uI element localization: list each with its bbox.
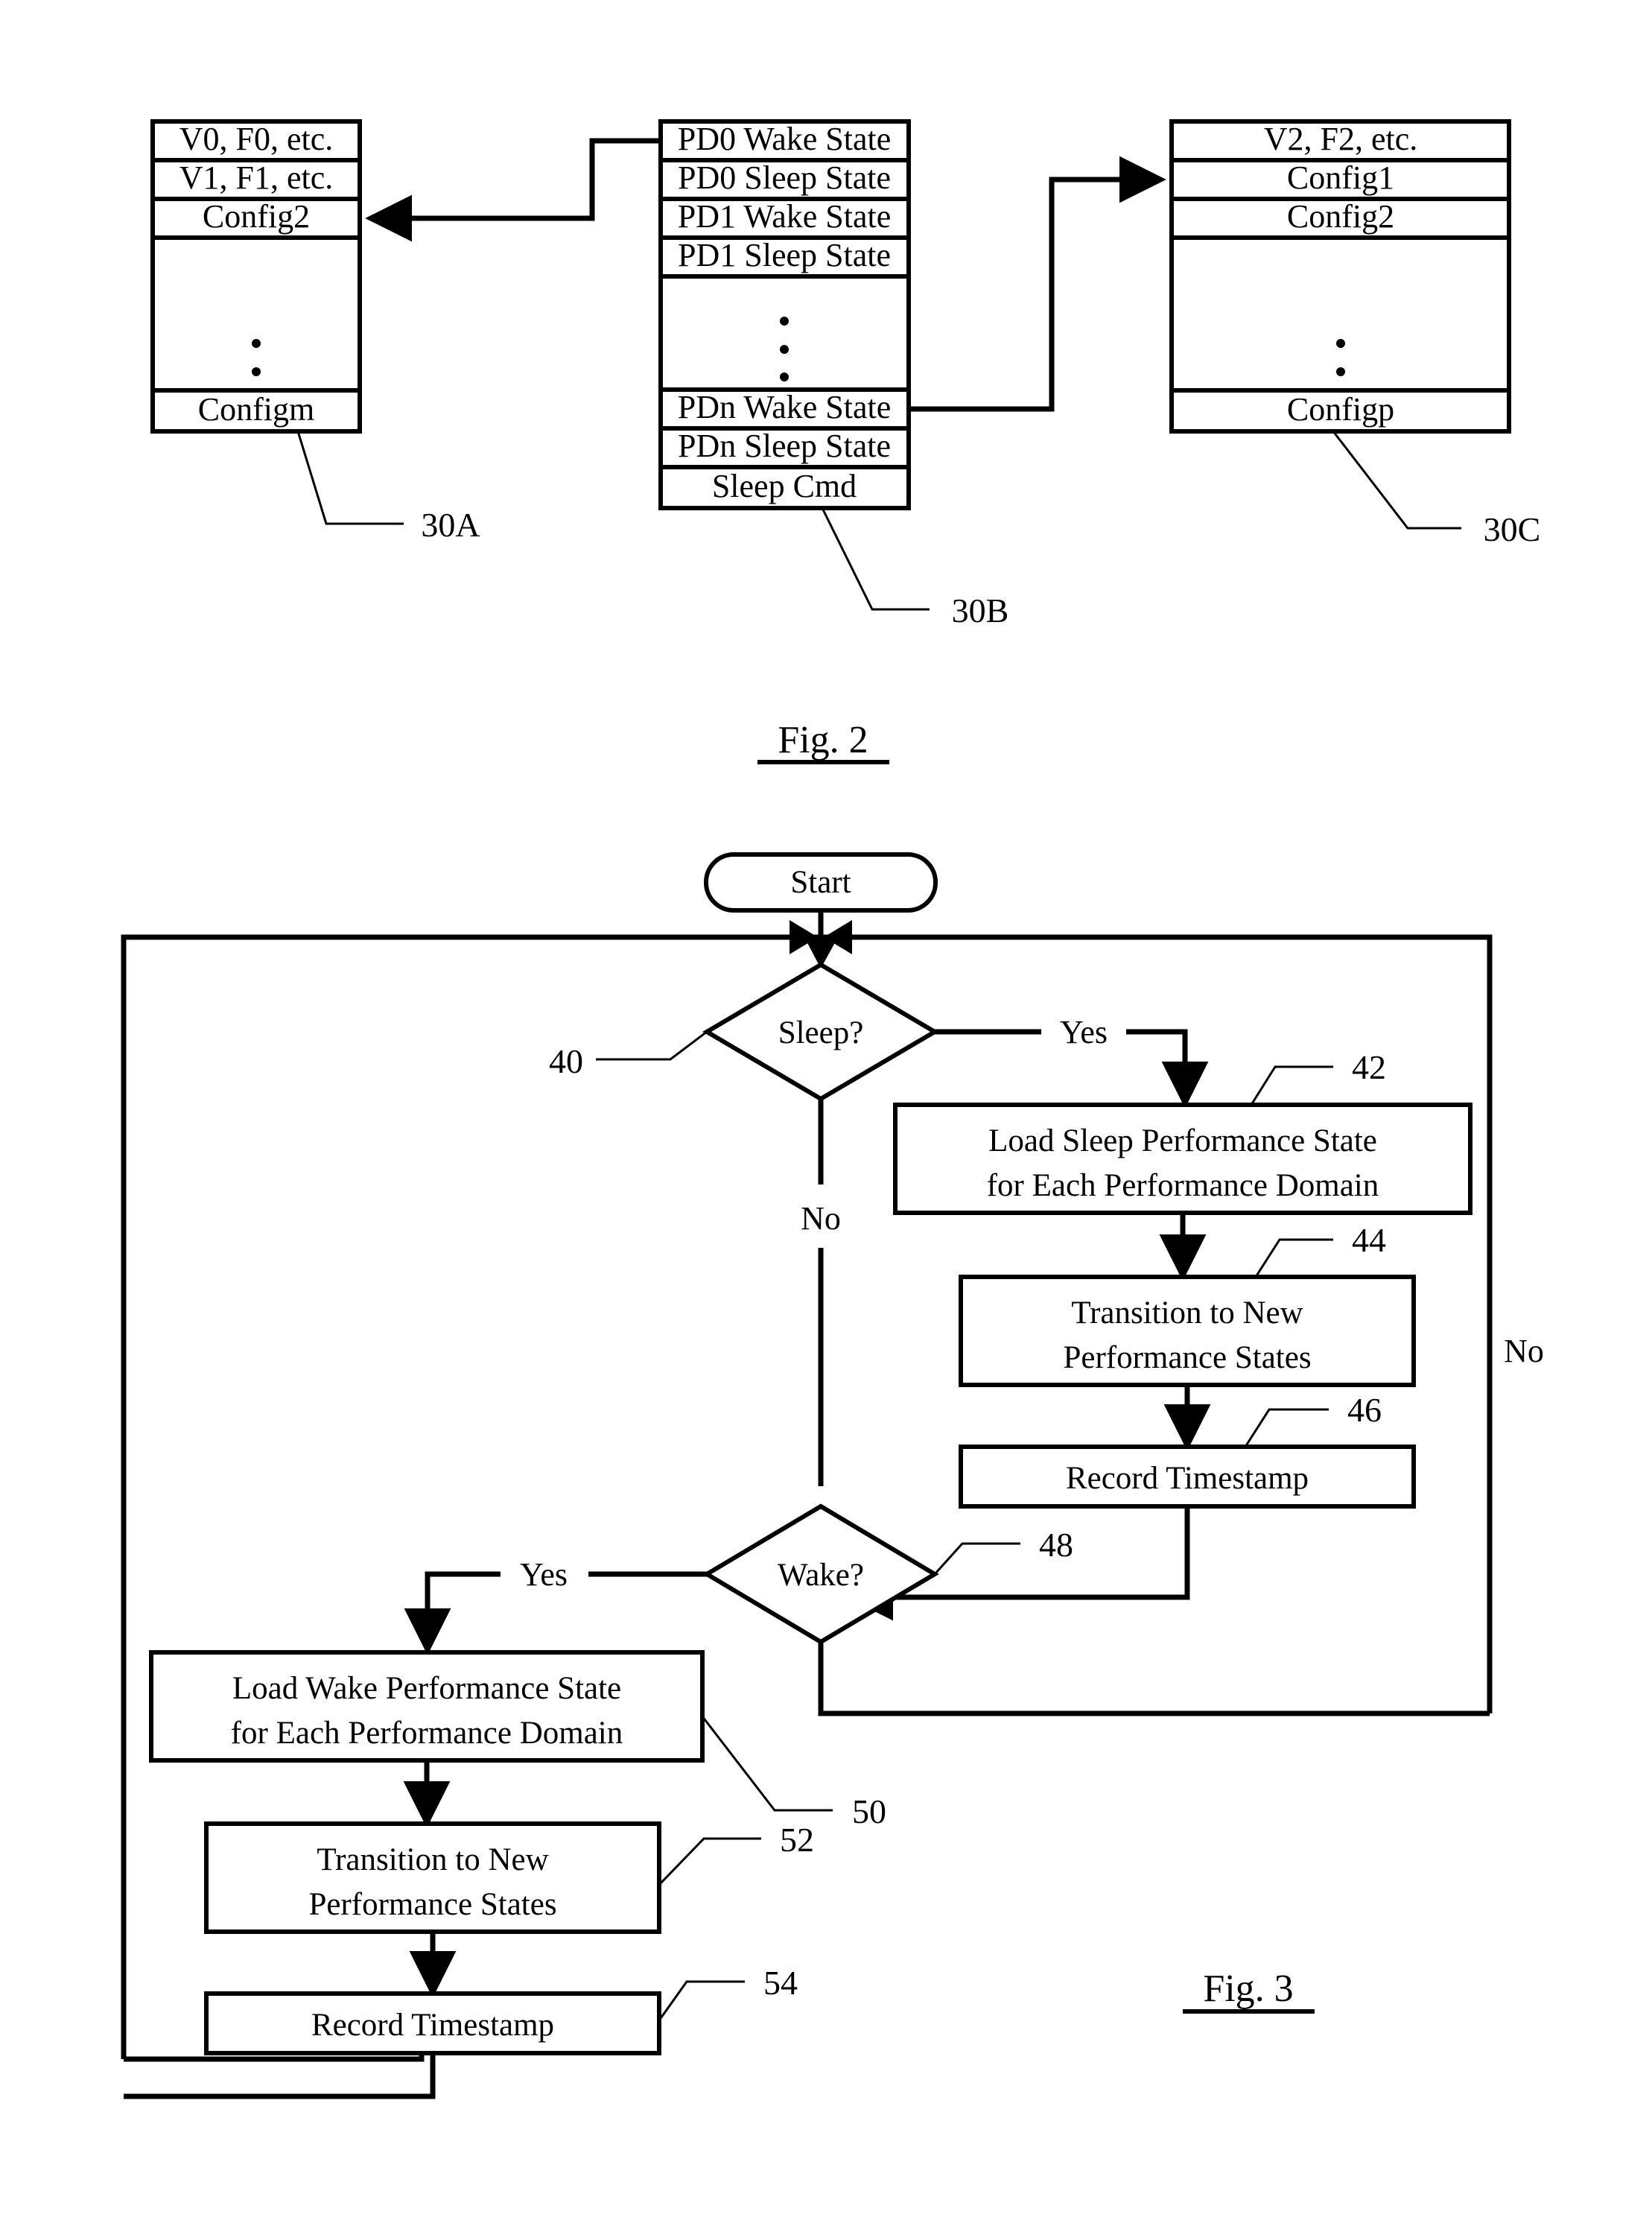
figure-canvas: V0, F0, etc. V1, F1, etc. Config2 Config… <box>121 119 1544 2099</box>
ref-label-42: 42 <box>1352 1048 1386 1086</box>
leader-30C <box>1332 431 1461 530</box>
table-30B-cell-6: PDn Sleep State <box>678 428 891 464</box>
table-30B-cell-1: PD0 Sleep State <box>678 159 891 196</box>
table-30A-cell-4: Configm <box>198 391 314 428</box>
leader-52 <box>658 1837 761 1886</box>
sleep-decision-label: Sleep? <box>778 1015 864 1050</box>
ref-label-30C: 30C <box>1484 510 1541 548</box>
table-30B-cell-5: PDn Wake State <box>678 389 892 425</box>
leader-42 <box>1250 1065 1333 1106</box>
figure3-caption: Fig. 3 <box>1183 1967 1315 2014</box>
patent-figure-sheet: V0, F0, etc. V1, F1, etc. Config2 Config… <box>0 0 1652 2223</box>
wake-decision-label: Wake? <box>778 1558 864 1593</box>
sleep-decision-node: Sleep? 40 <box>549 962 939 1102</box>
box-52: Transition to New Performance States 52 <box>204 1821 814 1934</box>
ref-label-44: 44 <box>1352 1221 1386 1259</box>
sleep-yes-segment-b <box>1126 1029 1209 1109</box>
table-30C: V2, F2, etc. Config1 Config2 Configp 30C <box>1169 119 1541 548</box>
leader-44 <box>1254 1238 1333 1278</box>
figure3-caption-text: Fig. 3 <box>1203 1967 1293 2010</box>
edge-label-wake-no: No <box>1504 1333 1544 1369</box>
table-30A: V0, F0, etc. V1, F1, etc. Config2 Config… <box>150 119 480 544</box>
edge-label-sleep-no: No <box>801 1200 841 1237</box>
table-30B-cell-3: PD1 Sleep State <box>678 237 891 273</box>
box-50: Load Wake Performance State for Each Per… <box>149 1650 886 1830</box>
box-44: Transition to New Performance States 44 <box>959 1221 1416 1387</box>
ref-label-30A: 30A <box>421 506 480 544</box>
table-30C-cell-1: Config1 <box>1287 159 1394 196</box>
wake-yes-segment-b <box>404 1571 501 1655</box>
leader-40 <box>596 1030 708 1061</box>
table-30B-cell-7: Sleep Cmd <box>712 468 857 504</box>
ref-label-50: 50 <box>852 1792 886 1830</box>
connector-30B-to-30C <box>909 156 1166 412</box>
leader-54 <box>658 1980 745 2021</box>
wake-no-return-path <box>818 1642 1490 1716</box>
wake-decision-node: Wake? 48 <box>702 1503 1073 1645</box>
table-30C-cell-4: Configp <box>1287 391 1394 428</box>
table-30A-cell-0: V0, F0, etc. <box>180 121 334 157</box>
box-52-line1: Transition to New <box>317 1842 548 1877</box>
table-30C-cell-0: V2, F2, etc. <box>1264 121 1418 157</box>
leader-30B <box>821 507 930 611</box>
table-30B: PD0 Wake State PD0 Sleep State PD1 Wake … <box>658 119 1009 630</box>
box-54-label: Record Timestamp <box>311 2008 554 2043</box>
ref-label-46: 46 <box>1347 1391 1382 1429</box>
table-30B-cell-0: PD0 Wake State <box>678 121 892 157</box>
table-30C-cell-2: Config2 <box>1287 198 1394 235</box>
box-46-label: Record Timestamp <box>1066 1461 1309 1496</box>
box-50-line2: for Each Performance Domain <box>231 1716 623 1751</box>
ref-label-30B: 30B <box>952 592 1009 630</box>
table-30B-cell-2: PD1 Wake State <box>678 198 892 235</box>
leader-48 <box>933 1542 1020 1576</box>
box-44-line1: Transition to New <box>1071 1296 1303 1331</box>
box-52-line2: Performance States <box>308 1887 556 1922</box>
leader-46 <box>1244 1408 1329 1447</box>
table-30A-cell-1: V1, F1, etc. <box>180 159 334 196</box>
box-42-line2: for Each Performance Domain <box>987 1168 1379 1203</box>
figure2-caption: Fig. 2 <box>757 719 889 764</box>
ref-label-40: 40 <box>549 1042 583 1080</box>
box-54: Record Timestamp 54 <box>204 1964 798 2055</box>
edge-label-wake-yes: Yes <box>520 1556 568 1593</box>
edge-label-sleep-yes: Yes <box>1060 1014 1108 1050</box>
leader-30A <box>296 431 404 525</box>
figure2-caption-text: Fig. 2 <box>778 719 868 761</box>
box-50-line1: Load Wake Performance State <box>232 1671 621 1706</box>
ref-label-48: 48 <box>1039 1526 1073 1564</box>
box-44-line2: Performance States <box>1063 1340 1311 1375</box>
table-30A-cell-2: Config2 <box>203 198 310 235</box>
box-42-line1: Load Sleep Performance State <box>988 1123 1377 1158</box>
ref-label-54: 54 <box>763 1964 798 2002</box>
leader-50 <box>701 1716 833 1812</box>
start-node-label: Start <box>790 865 851 900</box>
start-node: Start <box>704 852 938 913</box>
connector-30B-to-30A <box>365 138 661 242</box>
ref-label-52: 52 <box>780 1821 814 1859</box>
